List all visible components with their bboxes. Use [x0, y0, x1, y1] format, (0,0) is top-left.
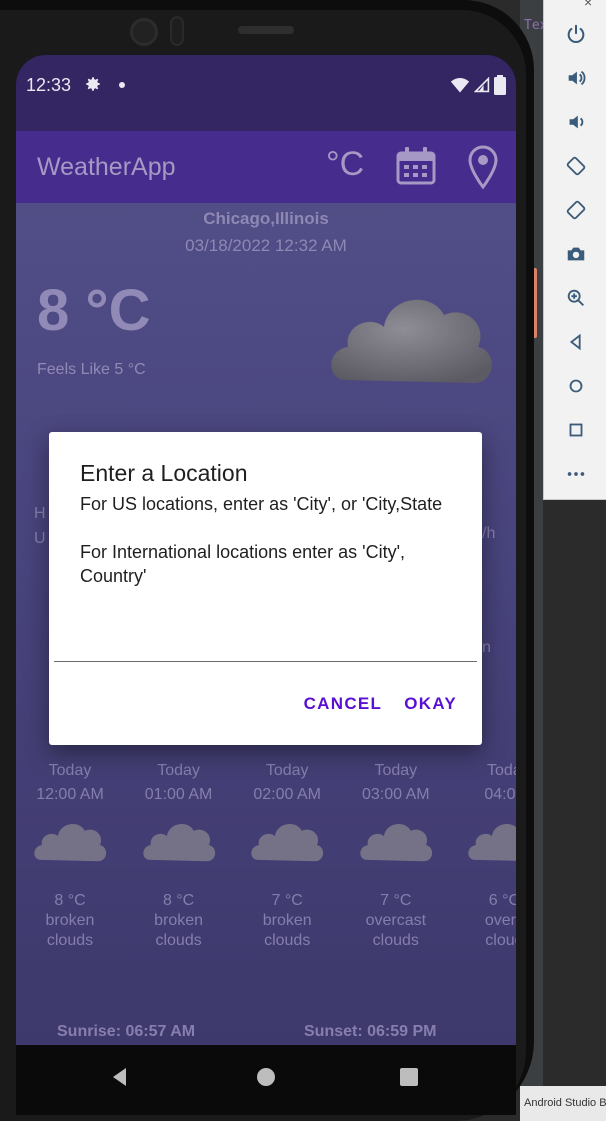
navigation-bar [16, 1045, 516, 1115]
volume-up-icon [568, 70, 585, 86]
more-dots-icon [567, 472, 584, 476]
okay-button[interactable]: OKAY [404, 694, 457, 714]
more-button[interactable] [544, 456, 606, 492]
dialog-message: For US locations, enter as 'City', or 'C… [80, 492, 460, 588]
overview-button[interactable] [544, 412, 606, 448]
dialog-message-us: For US locations, enter as 'City', or 'C… [80, 494, 443, 514]
earpiece-speaker [238, 26, 294, 34]
zoom-icon [567, 289, 584, 306]
ide-status-text: Android Studio Bun [520, 1086, 606, 1121]
close-icon[interactable]: × [584, 0, 592, 10]
home-button[interactable] [544, 368, 606, 404]
rotate-right-icon [566, 200, 585, 220]
nav-back-icon[interactable] [108, 1065, 132, 1094]
back-button[interactable] [544, 324, 606, 360]
rotate-right-button[interactable] [544, 192, 606, 228]
rotate-left-icon [566, 156, 585, 176]
phone-screen: 12:33 WeatherApp °C Chicago,Illinois 03/… [16, 55, 516, 1115]
emulator-toolbar: × [543, 0, 606, 500]
screenshot-button[interactable] [544, 236, 606, 272]
dialog-title: Enter a Location [80, 460, 248, 486]
nav-home-icon[interactable] [254, 1065, 278, 1094]
power-button[interactable] [544, 16, 606, 52]
dialog-buttons: CANCEL OKAY [304, 694, 457, 714]
rotate-left-button[interactable] [544, 148, 606, 184]
emulator-stage: Tex Android Studio Bun × [0, 0, 606, 1121]
power-icon [567, 24, 584, 43]
camera-icon [567, 247, 584, 261]
volume-down-icon [569, 115, 583, 129]
phone-frame: 12:33 WeatherApp °C Chicago,Illinois 03/… [0, 0, 534, 1121]
location-input[interactable] [54, 638, 477, 662]
volume-down-button[interactable] [544, 104, 606, 140]
front-camera [130, 18, 158, 46]
zoom-button[interactable] [544, 280, 606, 316]
home-circle-icon [569, 379, 582, 393]
camera-sensor [170, 16, 184, 46]
nav-recents-icon[interactable] [397, 1065, 421, 1094]
cancel-button[interactable]: CANCEL [304, 694, 383, 714]
enter-location-dialog: Enter a Location For US locations, enter… [49, 432, 482, 745]
back-triangle-icon [569, 333, 581, 351]
volume-up-button[interactable] [544, 60, 606, 96]
dialog-message-international: For International locations enter as 'Ci… [80, 542, 406, 586]
overview-square-icon [569, 423, 582, 437]
